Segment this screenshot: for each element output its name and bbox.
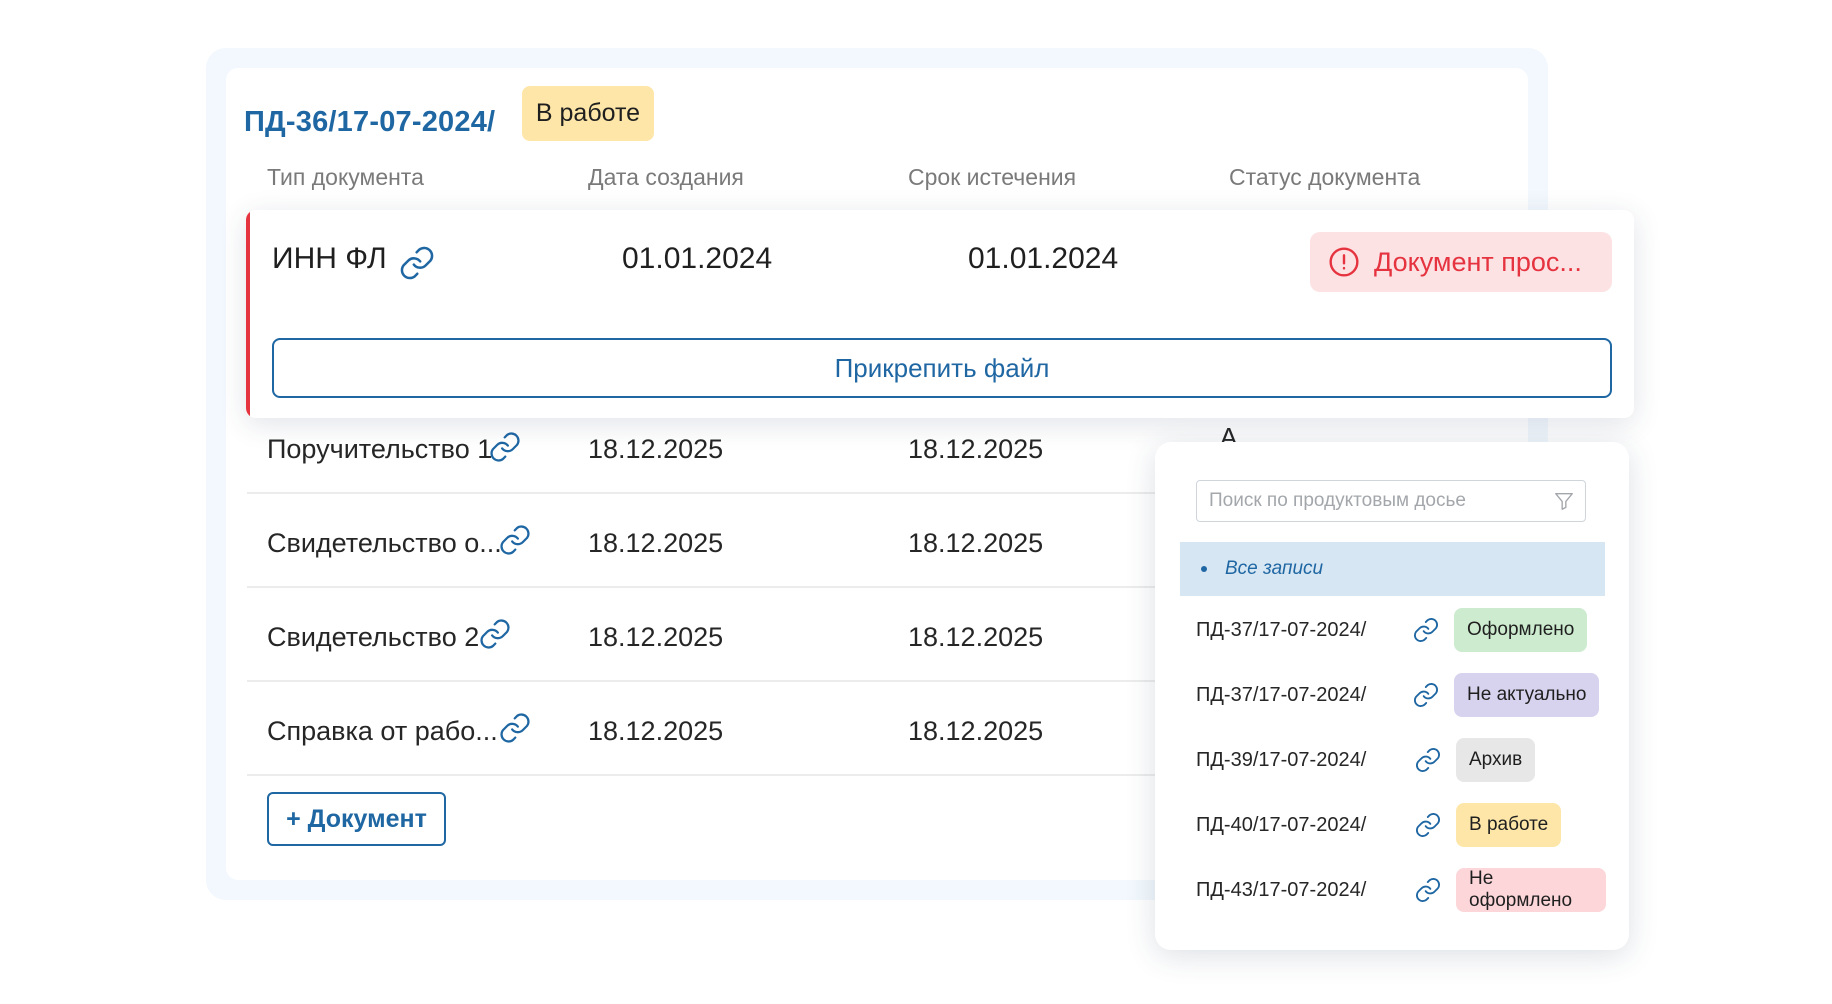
- dossier-status-badge: В работе: [522, 86, 654, 141]
- filter-icon[interactable]: [1553, 490, 1575, 512]
- doc-type: Свидетельство о...: [267, 528, 502, 558]
- row-divider: [247, 774, 1187, 776]
- expires-date: 18.12.2025: [908, 622, 1044, 652]
- expires-date: 18.12.2025: [908, 716, 1044, 746]
- dossier-list-item[interactable]: ПД-37/17-07-2024/ Оформлено: [1196, 608, 1606, 652]
- expires-date: 18.12.2025: [908, 528, 1044, 558]
- row-divider: [247, 680, 1187, 682]
- column-header-status: Статус документа: [1229, 164, 1421, 190]
- status-badge: Не оформлено: [1456, 868, 1606, 912]
- row-divider: [247, 492, 1187, 494]
- alert-circle-icon: [1329, 247, 1359, 277]
- error-accent-bar: [246, 210, 250, 418]
- status-badge: Не актуально: [1454, 673, 1600, 717]
- link-icon[interactable]: [1412, 616, 1440, 644]
- created-date: 18.12.2025: [588, 528, 724, 558]
- link-icon[interactable]: [488, 430, 522, 464]
- dossier-list-item[interactable]: ПД-40/17-07-2024/ В работе: [1196, 803, 1606, 847]
- created-date: 18.12.2025: [588, 434, 724, 464]
- search-box: [1196, 480, 1586, 522]
- doc-type: ИНН ФЛ: [272, 242, 387, 275]
- status-badge: Архив: [1456, 738, 1536, 782]
- dossier-title[interactable]: ПД-36/17-07-2024/: [244, 106, 495, 139]
- link-icon[interactable]: [1412, 681, 1440, 709]
- status-badge: Оформлено: [1454, 608, 1588, 652]
- link-icon[interactable]: [498, 711, 532, 745]
- doc-type: Поручительство 1: [267, 434, 493, 464]
- dossier-list-item[interactable]: ПД-37/17-07-2024/ Не актуально: [1196, 673, 1606, 717]
- created-date: 18.12.2025: [588, 716, 724, 746]
- doc-type: Справка от рабо...: [267, 716, 498, 746]
- expires-date: 01.01.2024: [968, 242, 1119, 275]
- link-icon[interactable]: [1414, 876, 1442, 904]
- link-icon[interactable]: [498, 523, 532, 557]
- dossier-list-item[interactable]: ПД-43/17-07-2024/ Не оформлено: [1196, 868, 1606, 912]
- dossier-list-item[interactable]: ПД-39/17-07-2024/ Архив: [1196, 738, 1606, 782]
- dossier-code: ПД-37/17-07-2024/: [1196, 684, 1367, 706]
- dossier-code: ПД-40/17-07-2024/: [1196, 814, 1367, 836]
- status-badge: В работе: [1456, 803, 1562, 847]
- status-text: Документ прос...: [1374, 246, 1582, 277]
- column-header-doc-type: Тип документа: [267, 164, 424, 190]
- link-icon[interactable]: [478, 617, 512, 651]
- dossier-code: ПД-43/17-07-2024/: [1196, 879, 1367, 901]
- link-icon[interactable]: [1414, 746, 1442, 774]
- dossier-dropdown: Все записи ПД-37/17-07-2024/ Оформлено П…: [1155, 442, 1629, 950]
- dossier-code: ПД-39/17-07-2024/: [1196, 749, 1367, 771]
- created-date: 01.01.2024: [622, 242, 773, 275]
- created-date: 18.12.2025: [588, 622, 724, 652]
- expanded-document-row[interactable]: ИНН ФЛ 01.01.2024 01.01.2024 Документ пр…: [246, 210, 1634, 418]
- add-document-button[interactable]: + Документ: [267, 792, 446, 846]
- column-header-created: Дата создания: [588, 164, 744, 190]
- attach-file-button[interactable]: Прикрепить файл: [272, 338, 1612, 398]
- row-divider: [247, 586, 1187, 588]
- all-records-label: Все записи: [1225, 558, 1324, 579]
- link-icon[interactable]: [1414, 811, 1442, 839]
- bullet-icon: [1201, 566, 1207, 572]
- doc-type: Свидетельство 2: [267, 622, 480, 652]
- column-header-expires: Срок истечения: [908, 164, 1077, 190]
- expires-date: 18.12.2025: [908, 434, 1044, 464]
- search-input[interactable]: [1197, 481, 1537, 521]
- status-badge-expired: Документ прос...: [1310, 232, 1612, 292]
- all-records-item[interactable]: Все записи: [1180, 542, 1605, 596]
- link-icon[interactable]: [398, 244, 436, 282]
- dossier-code: ПД-37/17-07-2024/: [1196, 619, 1367, 641]
